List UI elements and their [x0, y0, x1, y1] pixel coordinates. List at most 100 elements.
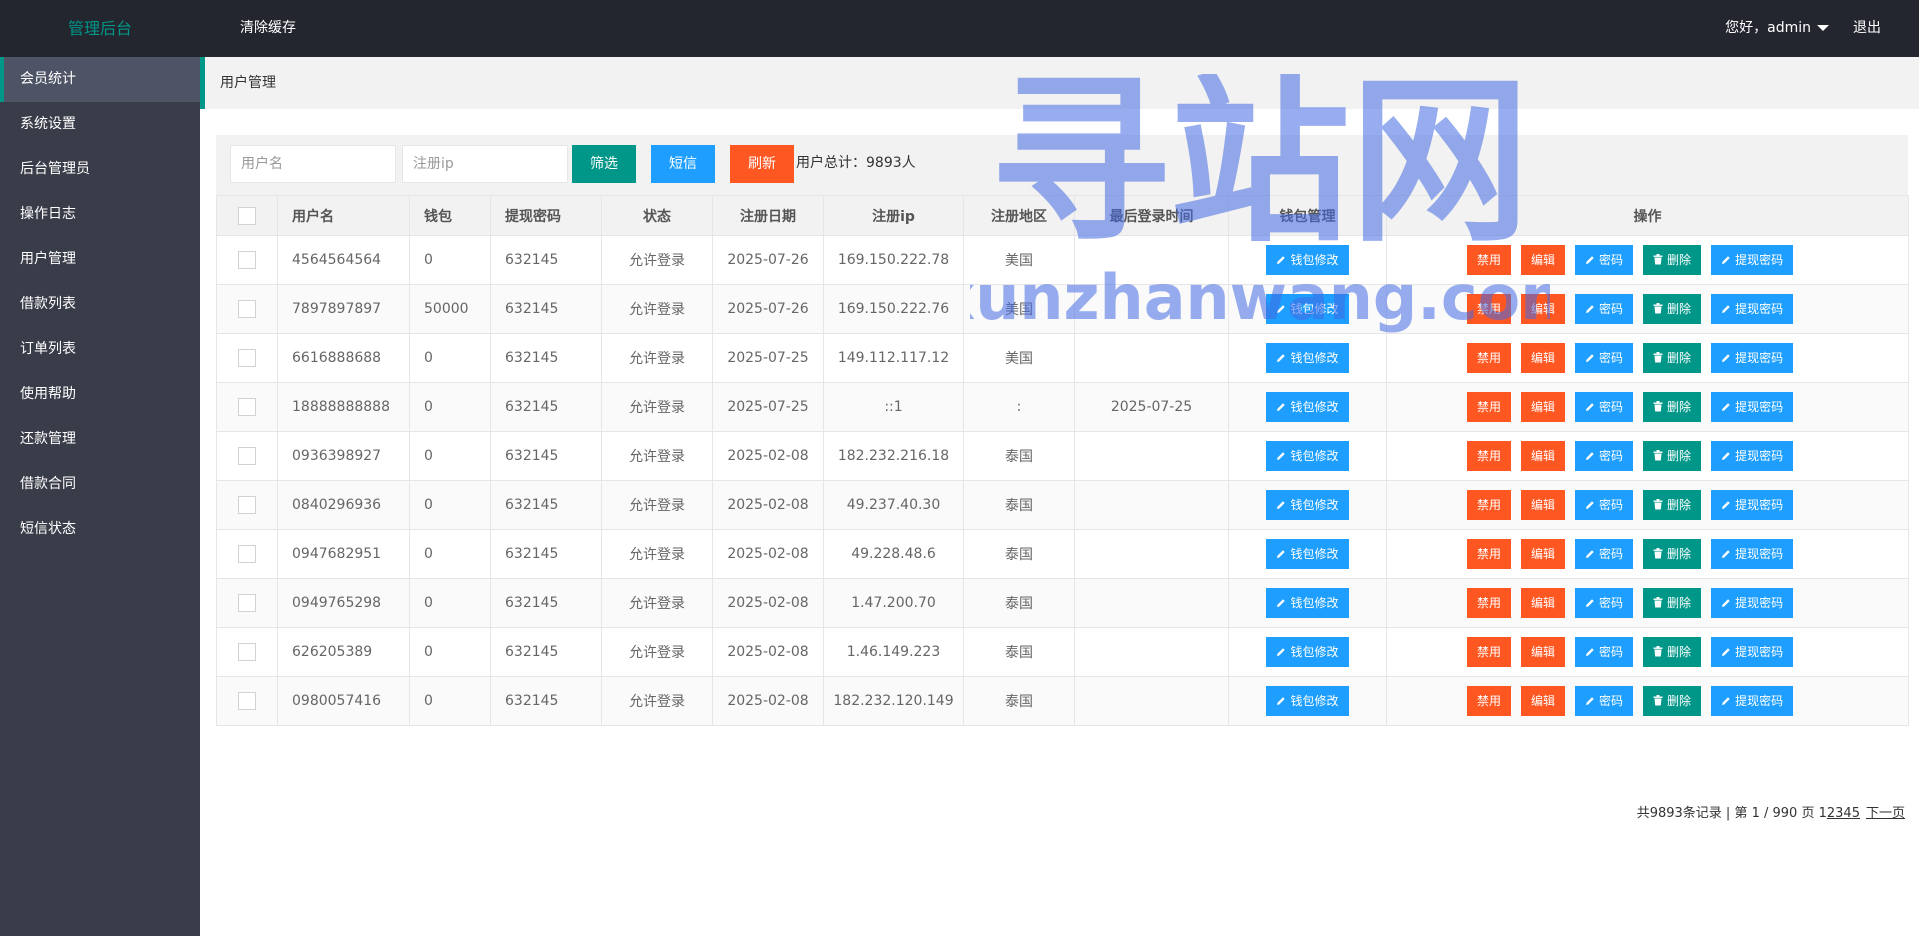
- sidebar-item-user-management[interactable]: 用户管理: [0, 237, 200, 282]
- row-checkbox[interactable]: [238, 692, 256, 710]
- edit-button[interactable]: 编辑: [1521, 245, 1566, 275]
- withdraw-password-button[interactable]: 提现密码: [1711, 392, 1794, 422]
- disable-button[interactable]: 禁用: [1467, 637, 1512, 667]
- refresh-button[interactable]: 刷新: [730, 145, 794, 183]
- table-row: 0936398927 0 632145 允许登录 2025-02-08 182.232.2…: [216, 431, 1909, 481]
- sms-button[interactable]: 短信: [651, 145, 715, 183]
- edit-button[interactable]: 编辑: [1521, 343, 1566, 373]
- sidebar-item-repayment[interactable]: 还款管理: [0, 417, 200, 462]
- cell-wallet-management: 钱包修改: [1228, 382, 1387, 432]
- cell-actions: 禁用 编辑 密码 删除 提现密码: [1386, 235, 1909, 285]
- row-checkbox[interactable]: [238, 496, 256, 514]
- wallet-edit-button[interactable]: 钱包修改: [1266, 294, 1349, 324]
- withdraw-password-button[interactable]: 提现密码: [1711, 294, 1794, 324]
- edit-button[interactable]: 编辑: [1521, 539, 1566, 569]
- edit-button[interactable]: 编辑: [1521, 588, 1566, 618]
- register-ip-input[interactable]: [402, 145, 568, 183]
- password-button[interactable]: 密码: [1575, 539, 1634, 569]
- edit-button[interactable]: 编辑: [1521, 686, 1566, 716]
- delete-button[interactable]: 删除: [1643, 588, 1702, 618]
- withdraw-password-button[interactable]: 提现密码: [1711, 539, 1794, 569]
- disable-button[interactable]: 禁用: [1467, 539, 1512, 569]
- select-all-checkbox[interactable]: [238, 206, 256, 225]
- next-page-link[interactable]: 下一页: [1866, 806, 1905, 821]
- sidebar-item-sms-status[interactable]: 短信状态: [0, 507, 200, 552]
- edit-button[interactable]: 编辑: [1521, 392, 1566, 422]
- password-button[interactable]: 密码: [1575, 294, 1634, 324]
- logout-link[interactable]: 退出: [1853, 0, 1881, 57]
- row-checkbox[interactable]: [238, 300, 256, 318]
- disable-button[interactable]: 禁用: [1467, 490, 1512, 520]
- sidebar-item-loan-contract[interactable]: 借款合同: [0, 462, 200, 507]
- page-link-2[interactable]: 2: [1827, 806, 1835, 821]
- withdraw-password-button[interactable]: 提现密码: [1711, 588, 1794, 618]
- user-menu[interactable]: 您好，admin: [1725, 0, 1829, 57]
- wallet-edit-button[interactable]: 钱包修改: [1266, 637, 1349, 667]
- withdraw-password-button[interactable]: 提现密码: [1711, 637, 1794, 667]
- delete-button[interactable]: 删除: [1643, 441, 1702, 471]
- edit-button[interactable]: 编辑: [1521, 637, 1566, 667]
- row-checkbox[interactable]: [238, 251, 256, 269]
- password-button[interactable]: 密码: [1575, 637, 1634, 667]
- edit-button[interactable]: 编辑: [1521, 441, 1566, 471]
- row-checkbox[interactable]: [238, 594, 256, 612]
- sidebar-item-admins[interactable]: 后台管理员: [0, 147, 200, 192]
- sidebar-item-order-list[interactable]: 订单列表: [0, 327, 200, 372]
- disable-button[interactable]: 禁用: [1467, 392, 1512, 422]
- delete-button[interactable]: 删除: [1643, 294, 1702, 324]
- sidebar-item-operation-log[interactable]: 操作日志: [0, 192, 200, 237]
- user-table: 用户名 钱包 提现密码 状态 注册日期 注册ip 注册地区 最后登录时间 钱包管…: [216, 195, 1909, 726]
- page-link-4[interactable]: 4: [1843, 806, 1851, 821]
- delete-button[interactable]: 删除: [1643, 686, 1702, 716]
- password-button[interactable]: 密码: [1575, 392, 1634, 422]
- withdraw-password-button[interactable]: 提现密码: [1711, 245, 1794, 275]
- wallet-edit-button[interactable]: 钱包修改: [1266, 441, 1349, 471]
- delete-button[interactable]: 删除: [1643, 245, 1702, 275]
- wallet-edit-button[interactable]: 钱包修改: [1266, 588, 1349, 618]
- password-button[interactable]: 密码: [1575, 686, 1634, 716]
- wallet-edit-button[interactable]: 钱包修改: [1266, 392, 1349, 422]
- header-select-all: [216, 195, 278, 236]
- row-checkbox[interactable]: [238, 643, 256, 661]
- wallet-edit-button[interactable]: 钱包修改: [1266, 686, 1349, 716]
- clear-cache-link[interactable]: 清除缓存: [240, 0, 296, 57]
- wallet-edit-button[interactable]: 钱包修改: [1266, 490, 1349, 520]
- disable-button[interactable]: 禁用: [1467, 686, 1512, 716]
- row-checkbox[interactable]: [238, 398, 256, 416]
- row-checkbox[interactable]: [238, 545, 256, 563]
- disable-button[interactable]: 禁用: [1467, 588, 1512, 618]
- username-input[interactable]: [230, 145, 396, 183]
- delete-button[interactable]: 删除: [1643, 490, 1702, 520]
- disable-button[interactable]: 禁用: [1467, 245, 1512, 275]
- delete-button[interactable]: 删除: [1643, 343, 1702, 373]
- password-button[interactable]: 密码: [1575, 441, 1634, 471]
- password-button[interactable]: 密码: [1575, 343, 1634, 373]
- withdraw-password-button[interactable]: 提现密码: [1711, 343, 1794, 373]
- delete-button[interactable]: 删除: [1643, 392, 1702, 422]
- wallet-edit-button[interactable]: 钱包修改: [1266, 343, 1349, 373]
- withdraw-password-button[interactable]: 提现密码: [1711, 441, 1794, 471]
- delete-button[interactable]: 删除: [1643, 539, 1702, 569]
- wallet-edit-button[interactable]: 钱包修改: [1266, 539, 1349, 569]
- edit-button[interactable]: 编辑: [1521, 294, 1566, 324]
- withdraw-password-button[interactable]: 提现密码: [1711, 490, 1794, 520]
- logo[interactable]: 管理后台: [0, 0, 200, 57]
- sidebar-item-member-stats[interactable]: 会员统计: [0, 57, 200, 102]
- row-checkbox[interactable]: [238, 447, 256, 465]
- disable-button[interactable]: 禁用: [1467, 294, 1512, 324]
- delete-button[interactable]: 删除: [1643, 637, 1702, 667]
- page-link-5[interactable]: 5: [1852, 806, 1860, 821]
- filter-button[interactable]: 筛选: [572, 145, 636, 183]
- sidebar-item-system-settings[interactable]: 系统设置: [0, 102, 200, 147]
- wallet-edit-button[interactable]: 钱包修改: [1266, 245, 1349, 275]
- sidebar-item-help[interactable]: 使用帮助: [0, 372, 200, 417]
- password-button[interactable]: 密码: [1575, 490, 1634, 520]
- row-checkbox[interactable]: [238, 349, 256, 367]
- disable-button[interactable]: 禁用: [1467, 441, 1512, 471]
- disable-button[interactable]: 禁用: [1467, 343, 1512, 373]
- withdraw-password-button[interactable]: 提现密码: [1711, 686, 1794, 716]
- password-button[interactable]: 密码: [1575, 588, 1634, 618]
- password-button[interactable]: 密码: [1575, 245, 1634, 275]
- sidebar-item-loan-list[interactable]: 借款列表: [0, 282, 200, 327]
- edit-button[interactable]: 编辑: [1521, 490, 1566, 520]
